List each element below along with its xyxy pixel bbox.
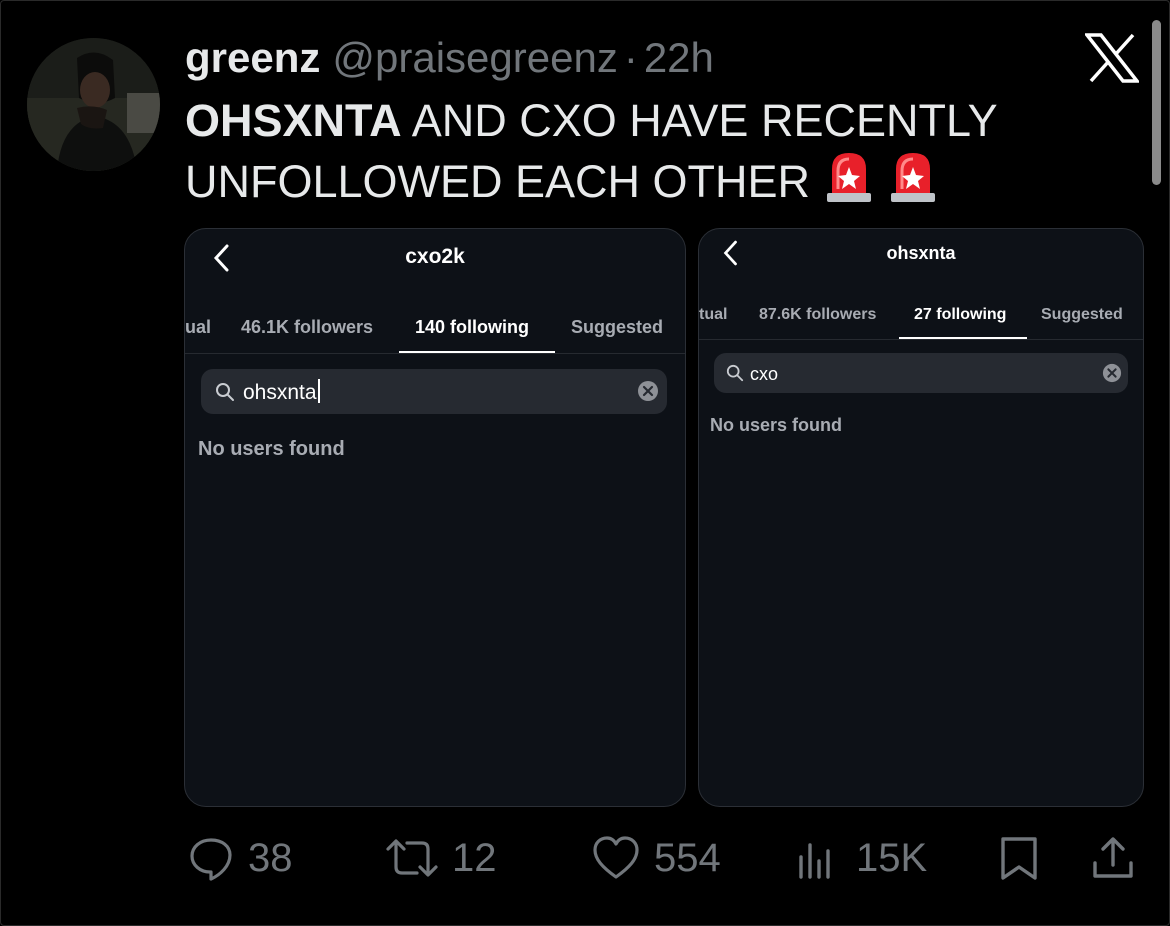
screenshot-cxo2k[interactable]: cxo2k ual 46.1K followers 140 following … [184, 228, 686, 807]
avatar[interactable] [27, 38, 160, 171]
timestamp[interactable]: 22h [644, 34, 714, 82]
tab-followers: 46.1K followers [241, 317, 374, 337]
tab-following: 27 following [914, 306, 1007, 323]
text-caret [317, 379, 320, 403]
x-logo-icon[interactable] [1085, 33, 1139, 83]
clear-search-icon [638, 381, 658, 401]
search-icon [216, 383, 234, 401]
bookmark-icon [1001, 837, 1037, 880]
view-count: 15K [856, 835, 928, 880]
repost-count: 12 [452, 835, 497, 880]
display-name[interactable]: greenz [185, 34, 320, 82]
search-field: cxo [714, 353, 1128, 393]
tab-followers: 87.6K followers [759, 306, 877, 323]
tab-divider [699, 339, 1143, 340]
tab-following: 140 following [415, 317, 530, 337]
empty-state-message: No users found [710, 415, 843, 435]
tab-suggested: Suggested [571, 317, 664, 337]
repost-icon [386, 839, 438, 877]
bookmark-button[interactable] [998, 833, 1040, 883]
police-car-light-icon [891, 153, 936, 202]
tab-mutual: tual [699, 306, 728, 323]
tab-mutual: ual [185, 317, 212, 337]
repost-button[interactable]: 12 [384, 833, 497, 883]
views-button[interactable]: 15K [796, 833, 927, 883]
profile-title: ohsxnta [886, 243, 956, 263]
share-button[interactable] [1090, 833, 1136, 883]
reply-button[interactable]: 38 [188, 833, 293, 883]
empty-state-message: No users found [198, 438, 345, 460]
heart-icon [593, 836, 639, 879]
search-input-value: cxo [750, 364, 779, 384]
profile-title: cxo2k [405, 245, 465, 268]
user-handle[interactable]: @praisegreenz [332, 34, 617, 82]
tweet-text: OHSXNTA AND CXO HAVE RECENTLY UNFOLLOWED… [185, 92, 1085, 210]
analytics-icon [799, 843, 830, 879]
share-icon [1093, 837, 1133, 878]
tab-divider [185, 353, 685, 354]
scrollbar[interactable] [1152, 20, 1161, 185]
search-icon [726, 364, 744, 382]
reply-count: 38 [248, 835, 293, 880]
tab-suggested: Suggested [1041, 306, 1123, 323]
police-car-light-icon [827, 153, 872, 202]
search-input: cxo [750, 363, 778, 385]
clear-search-icon [1102, 363, 1122, 383]
separator: · [623, 34, 638, 81]
screenshot-ohsxnta[interactable]: ohsxnta tual 87.6K followers 27 followin… [698, 228, 1144, 807]
like-button[interactable]: 554 [592, 833, 721, 883]
search-input: ohsxnta [243, 379, 320, 406]
search-input-value: ohsxnta [243, 381, 317, 404]
avatar-photo [27, 38, 160, 171]
like-count: 554 [654, 835, 721, 880]
tweet-text-bold: OHSXNTA [185, 95, 402, 146]
tweet-header: greenz @praisegreenz · 22h [185, 34, 714, 82]
search-field: ohsxnta [201, 369, 667, 414]
reply-icon [190, 838, 232, 881]
